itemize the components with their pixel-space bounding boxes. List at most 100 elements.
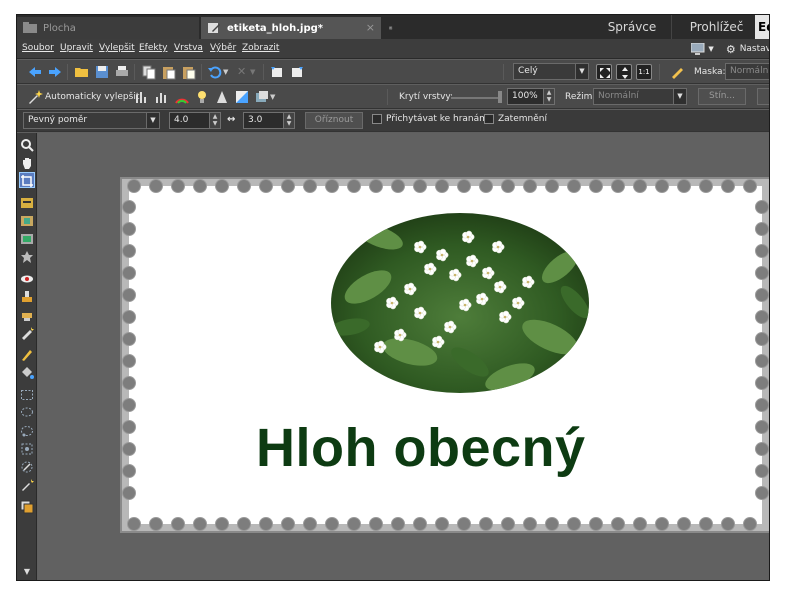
clone-stamp-tool-icon[interactable] [20,289,34,303]
chevron-down-icon[interactable]: ▼ [270,89,278,105]
light-bulb-icon[interactable] [194,89,210,105]
tab-label: etiketa_hloh.jpg* [227,22,323,34]
mode-spravce[interactable]: Správce [597,15,667,39]
hand-tool-icon[interactable] [20,155,34,169]
rotate-right-icon[interactable] [289,64,305,80]
print-icon[interactable] [114,64,130,80]
menu-upravit[interactable]: Upravit [60,43,93,53]
gear-icon[interactable]: ⚙ [726,43,736,56]
paste-icon[interactable] [161,64,177,80]
recompose-tool-icon[interactable] [20,231,34,245]
mode-label: Režim: [565,92,596,102]
crop-height-value: 3.0 [248,115,263,125]
chevron-down-icon[interactable]: ▼ [708,45,713,53]
zoom-tool-icon[interactable] [20,137,34,152]
fit-screen-icon[interactable] [596,64,612,80]
crop-width-value: 4.0 [174,115,189,125]
zoom-value: Celý [518,66,538,76]
snap-to-edges-checkbox[interactable] [372,114,382,124]
height-stepper-icon[interactable]: ▲ ▼ [283,113,294,128]
enhance-toolbar: Automaticky vylepšit ▼ Krytí vrstvy: 100… [17,85,769,109]
magic-wand-icon[interactable] [27,89,43,105]
close-tab-icon[interactable]: × [366,21,375,34]
straighten-tool-icon[interactable] [20,213,34,227]
tab-plocha[interactable]: Plocha [17,17,199,39]
menu-soubor[interactable]: Soubor [22,43,54,53]
open-folder-icon[interactable] [74,64,90,80]
undo-history-chevron-icon[interactable]: ▼ [223,64,231,80]
settings-menu[interactable]: Nastav [740,44,769,54]
rotate-left-icon[interactable] [269,64,285,80]
shadow-button: Stín... [698,88,746,105]
undo-icon[interactable] [207,64,223,80]
width-stepper-icon[interactable]: ▲ ▼ [209,113,220,128]
menu-vrstva[interactable]: Vrstva [174,43,203,53]
sharpen-icon[interactable] [214,89,230,105]
menu-vyber[interactable]: Výběr [210,43,236,53]
image-adjust-icon[interactable] [234,89,250,105]
new-tab-icon[interactable] [383,17,399,39]
swap-dimensions-icon[interactable]: ↔ [227,114,235,125]
cookie-cutter-tool-icon[interactable] [20,249,34,263]
selection-brush-tool-icon[interactable] [20,459,34,473]
blend-mode-select: Normální ▼ [593,88,687,105]
edit-document-icon [208,23,220,33]
aspect-ratio-select[interactable]: Pevný poměr ▼ [23,112,160,129]
opacity-stepper-icon: ▲ ▼ [543,89,554,104]
aspect-ratio-value: Pevný poměr [28,115,88,125]
canvas-workspace[interactable]: Hloh obecný [38,133,769,580]
menu-efekty[interactable]: Efekty [139,43,167,53]
contrast-icon[interactable] [154,89,170,105]
crop-options-bar: Pevný poměr ▼ 4.0 ▲ ▼ ↔ 3.0 ▲ ▼ Oříznout P… [17,110,769,132]
quick-selection-tool-icon[interactable] [20,441,34,455]
healing-brush-tool-icon[interactable] [20,307,34,321]
crop-height-input[interactable]: 3.0 ▲ ▼ [243,112,295,129]
mode-prohlizec[interactable]: Prohlížeč [671,15,761,39]
toolbox: ▼ [17,133,37,580]
photo-filter-icon[interactable] [254,89,270,105]
save-icon[interactable] [94,64,110,80]
copy-icon[interactable] [141,64,157,80]
tab-etiketa[interactable]: etiketa_hloh.jpg* × [201,17,381,39]
opacity-label: Krytí vrstvy: [399,92,454,102]
magnetic-lasso-tool-icon[interactable] [20,423,34,437]
crop-button: Oříznout [305,112,363,129]
folder-icon [23,22,37,33]
redo-history-chevron-icon: ▼ [250,68,256,76]
text-tool-icon[interactable] [20,195,34,209]
back-arrow-icon[interactable] [27,64,43,80]
magic-wand-tool-icon[interactable] [20,477,34,491]
darken-label: Zatemnění [498,114,547,124]
red-eye-tool-icon[interactable] [20,271,34,285]
menu-zobrazit[interactable]: Zobrazit [242,43,279,53]
marquee-tool-icon[interactable] [20,387,34,401]
menu-bar: Soubor Upravit Vylepšit Efekty Vrstva Vý… [17,39,769,59]
zoom-select[interactable]: Celý ▼ [513,63,589,80]
fit-height-icon[interactable] [616,64,632,80]
more-button [757,88,769,105]
actual-size-icon[interactable]: 1:1 [636,64,652,80]
color-icon[interactable] [174,89,190,105]
smart-brush-tool-icon[interactable] [20,325,34,340]
opacity-input: 100% ▲ ▼ [507,88,555,105]
color-swatch-icon[interactable] [20,499,34,514]
lasso-tool-icon[interactable] [20,405,34,419]
auto-enhance-button[interactable]: Automaticky vylepšit [45,92,139,102]
paste-into-icon[interactable] [181,64,197,80]
snap-to-edges-label: Přichytávat ke hranám [386,114,488,124]
darken-checkbox[interactable] [484,114,494,124]
expand-toolbox-chevron-icon[interactable]: ▼ [20,565,34,579]
paint-bucket-tool-icon[interactable] [20,365,34,379]
brush-tool-icon[interactable] [20,347,34,361]
menu-vylepsit[interactable]: Vylepšit [99,43,135,53]
photo-editor-window: Plocha etiketa_hloh.jpg* × Správce Prohl… [16,14,770,581]
crop-tool-icon[interactable] [19,172,35,188]
forward-arrow-icon[interactable] [47,64,63,80]
crop-width-input[interactable]: 4.0 ▲ ▼ [169,112,221,129]
mode-editor[interactable]: Ed [755,15,769,39]
label-caption: Hloh obecný [256,418,586,478]
levels-icon[interactable] [134,89,150,105]
opacity-value: 100% [512,91,538,101]
display-icon[interactable] [691,43,705,55]
mask-brush-icon[interactable] [669,64,685,80]
